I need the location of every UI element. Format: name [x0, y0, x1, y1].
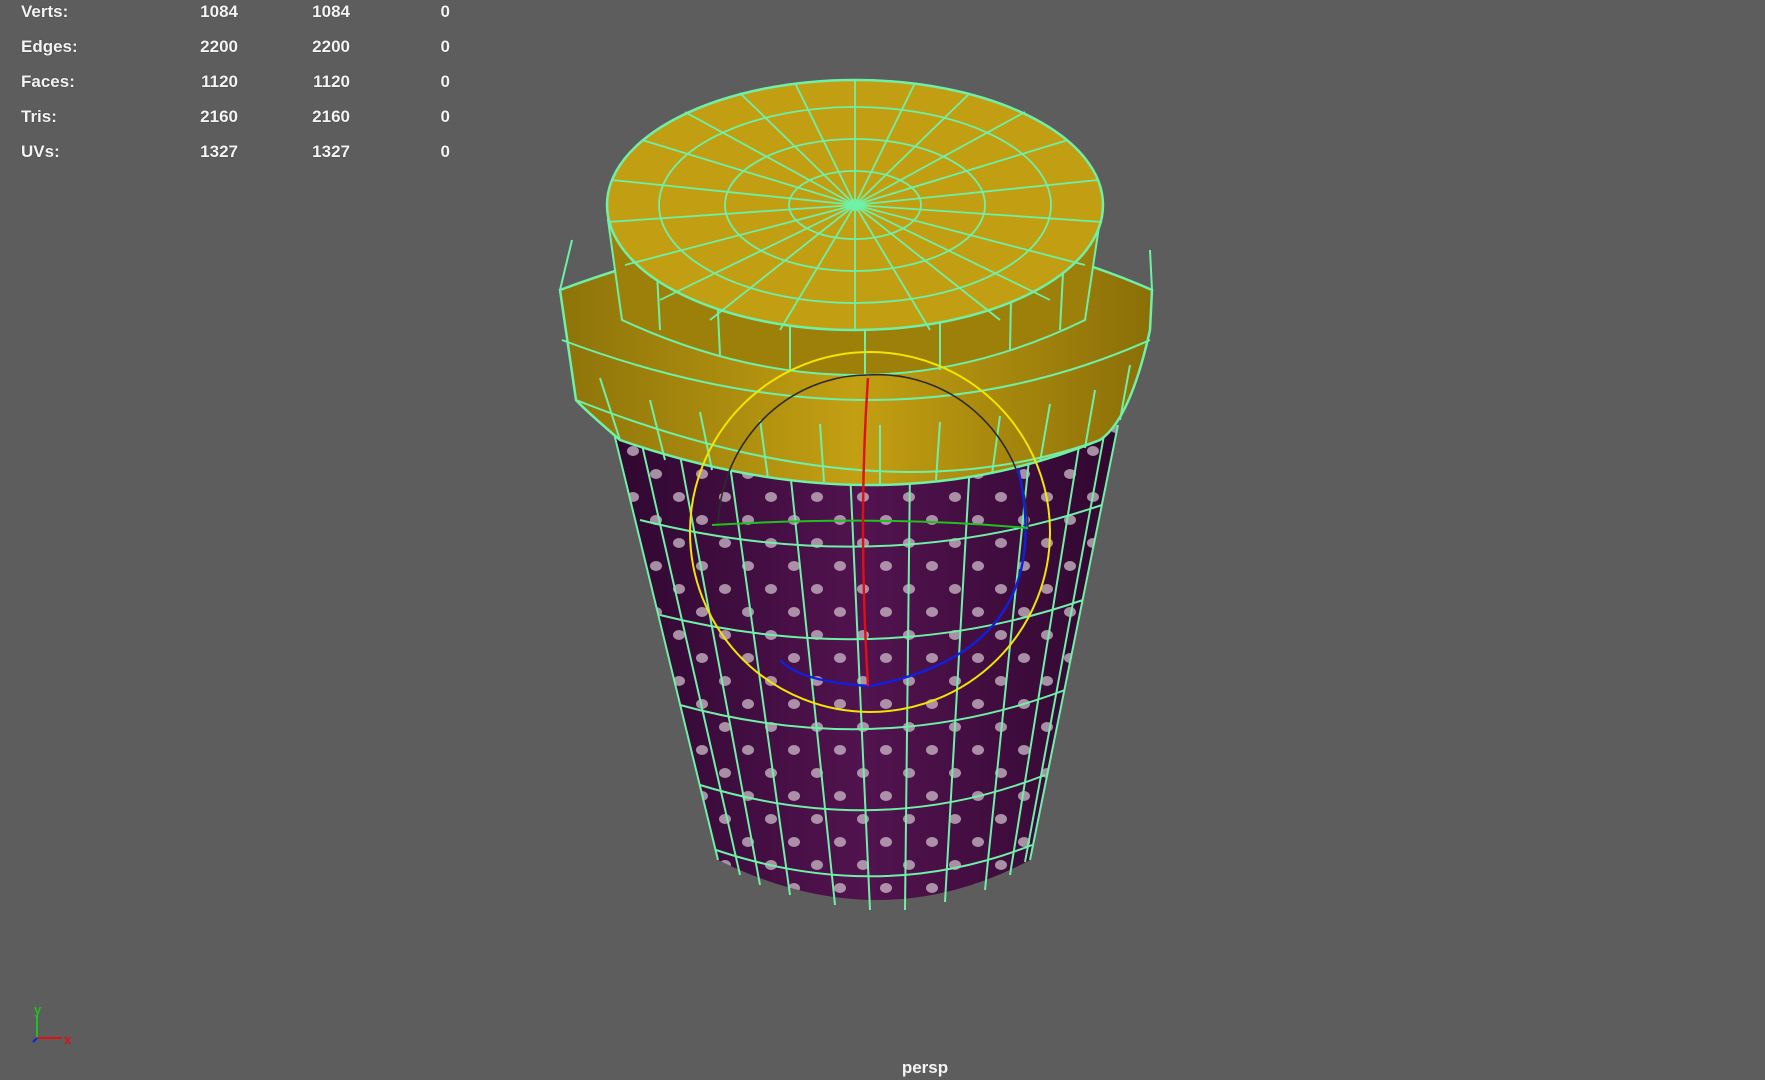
- hud-value: 0: [440, 142, 450, 161]
- hud-row-faces: Faces: 1120 1120 0: [0, 70, 470, 104]
- hud-value: 2160: [200, 107, 238, 126]
- hud-label: Faces:: [21, 72, 75, 91]
- camera-label: persp: [901, 1058, 949, 1077]
- heads-up-display: Verts: 1084 1084 0 Edges: 2200 2200 0 Fa…: [0, 0, 470, 165]
- hud-value: 0: [440, 107, 450, 126]
- hud-label: Edges:: [21, 37, 78, 56]
- hud-row-verts: Verts: 1084 1084 0: [0, 0, 470, 34]
- hud-value: 0: [440, 72, 450, 91]
- hud-value: 1120: [201, 72, 238, 91]
- cup-body-mesh[interactable]: [611, 424, 1119, 911]
- axis-x-label: x: [64, 1032, 72, 1047]
- hud-value: 1084: [200, 2, 238, 21]
- hud-value: 0: [440, 37, 450, 56]
- hud-value: 2200: [200, 37, 238, 56]
- hud-value: 1120: [313, 72, 350, 91]
- hud-value: 0: [440, 2, 450, 21]
- perspective-viewport[interactable]: Verts: 1084 1084 0 Edges: 2200 2200 0 Fa…: [0, 0, 1765, 1080]
- hud-value: 2200: [312, 37, 350, 56]
- hud-value: 2160: [312, 107, 350, 126]
- hud-row-uvs: UVs: 1327 1327 0: [0, 140, 470, 174]
- hud-label: Verts:: [21, 2, 69, 21]
- hud-label: Tris:: [21, 107, 57, 126]
- hud-value: 1327: [200, 142, 238, 161]
- axis-y-label: y: [34, 1002, 42, 1017]
- hud-value: 1084: [312, 2, 350, 21]
- hud-row-tris: Tris: 2160 2160 0: [0, 105, 470, 139]
- view-axis-icon: y x: [32, 1002, 72, 1047]
- hud-row-edges: Edges: 2200 2200 0: [0, 35, 470, 69]
- hud-value: 1327: [312, 142, 350, 161]
- lid-top-mesh[interactable]: [605, 78, 1105, 376]
- hud-label: UVs:: [21, 142, 60, 161]
